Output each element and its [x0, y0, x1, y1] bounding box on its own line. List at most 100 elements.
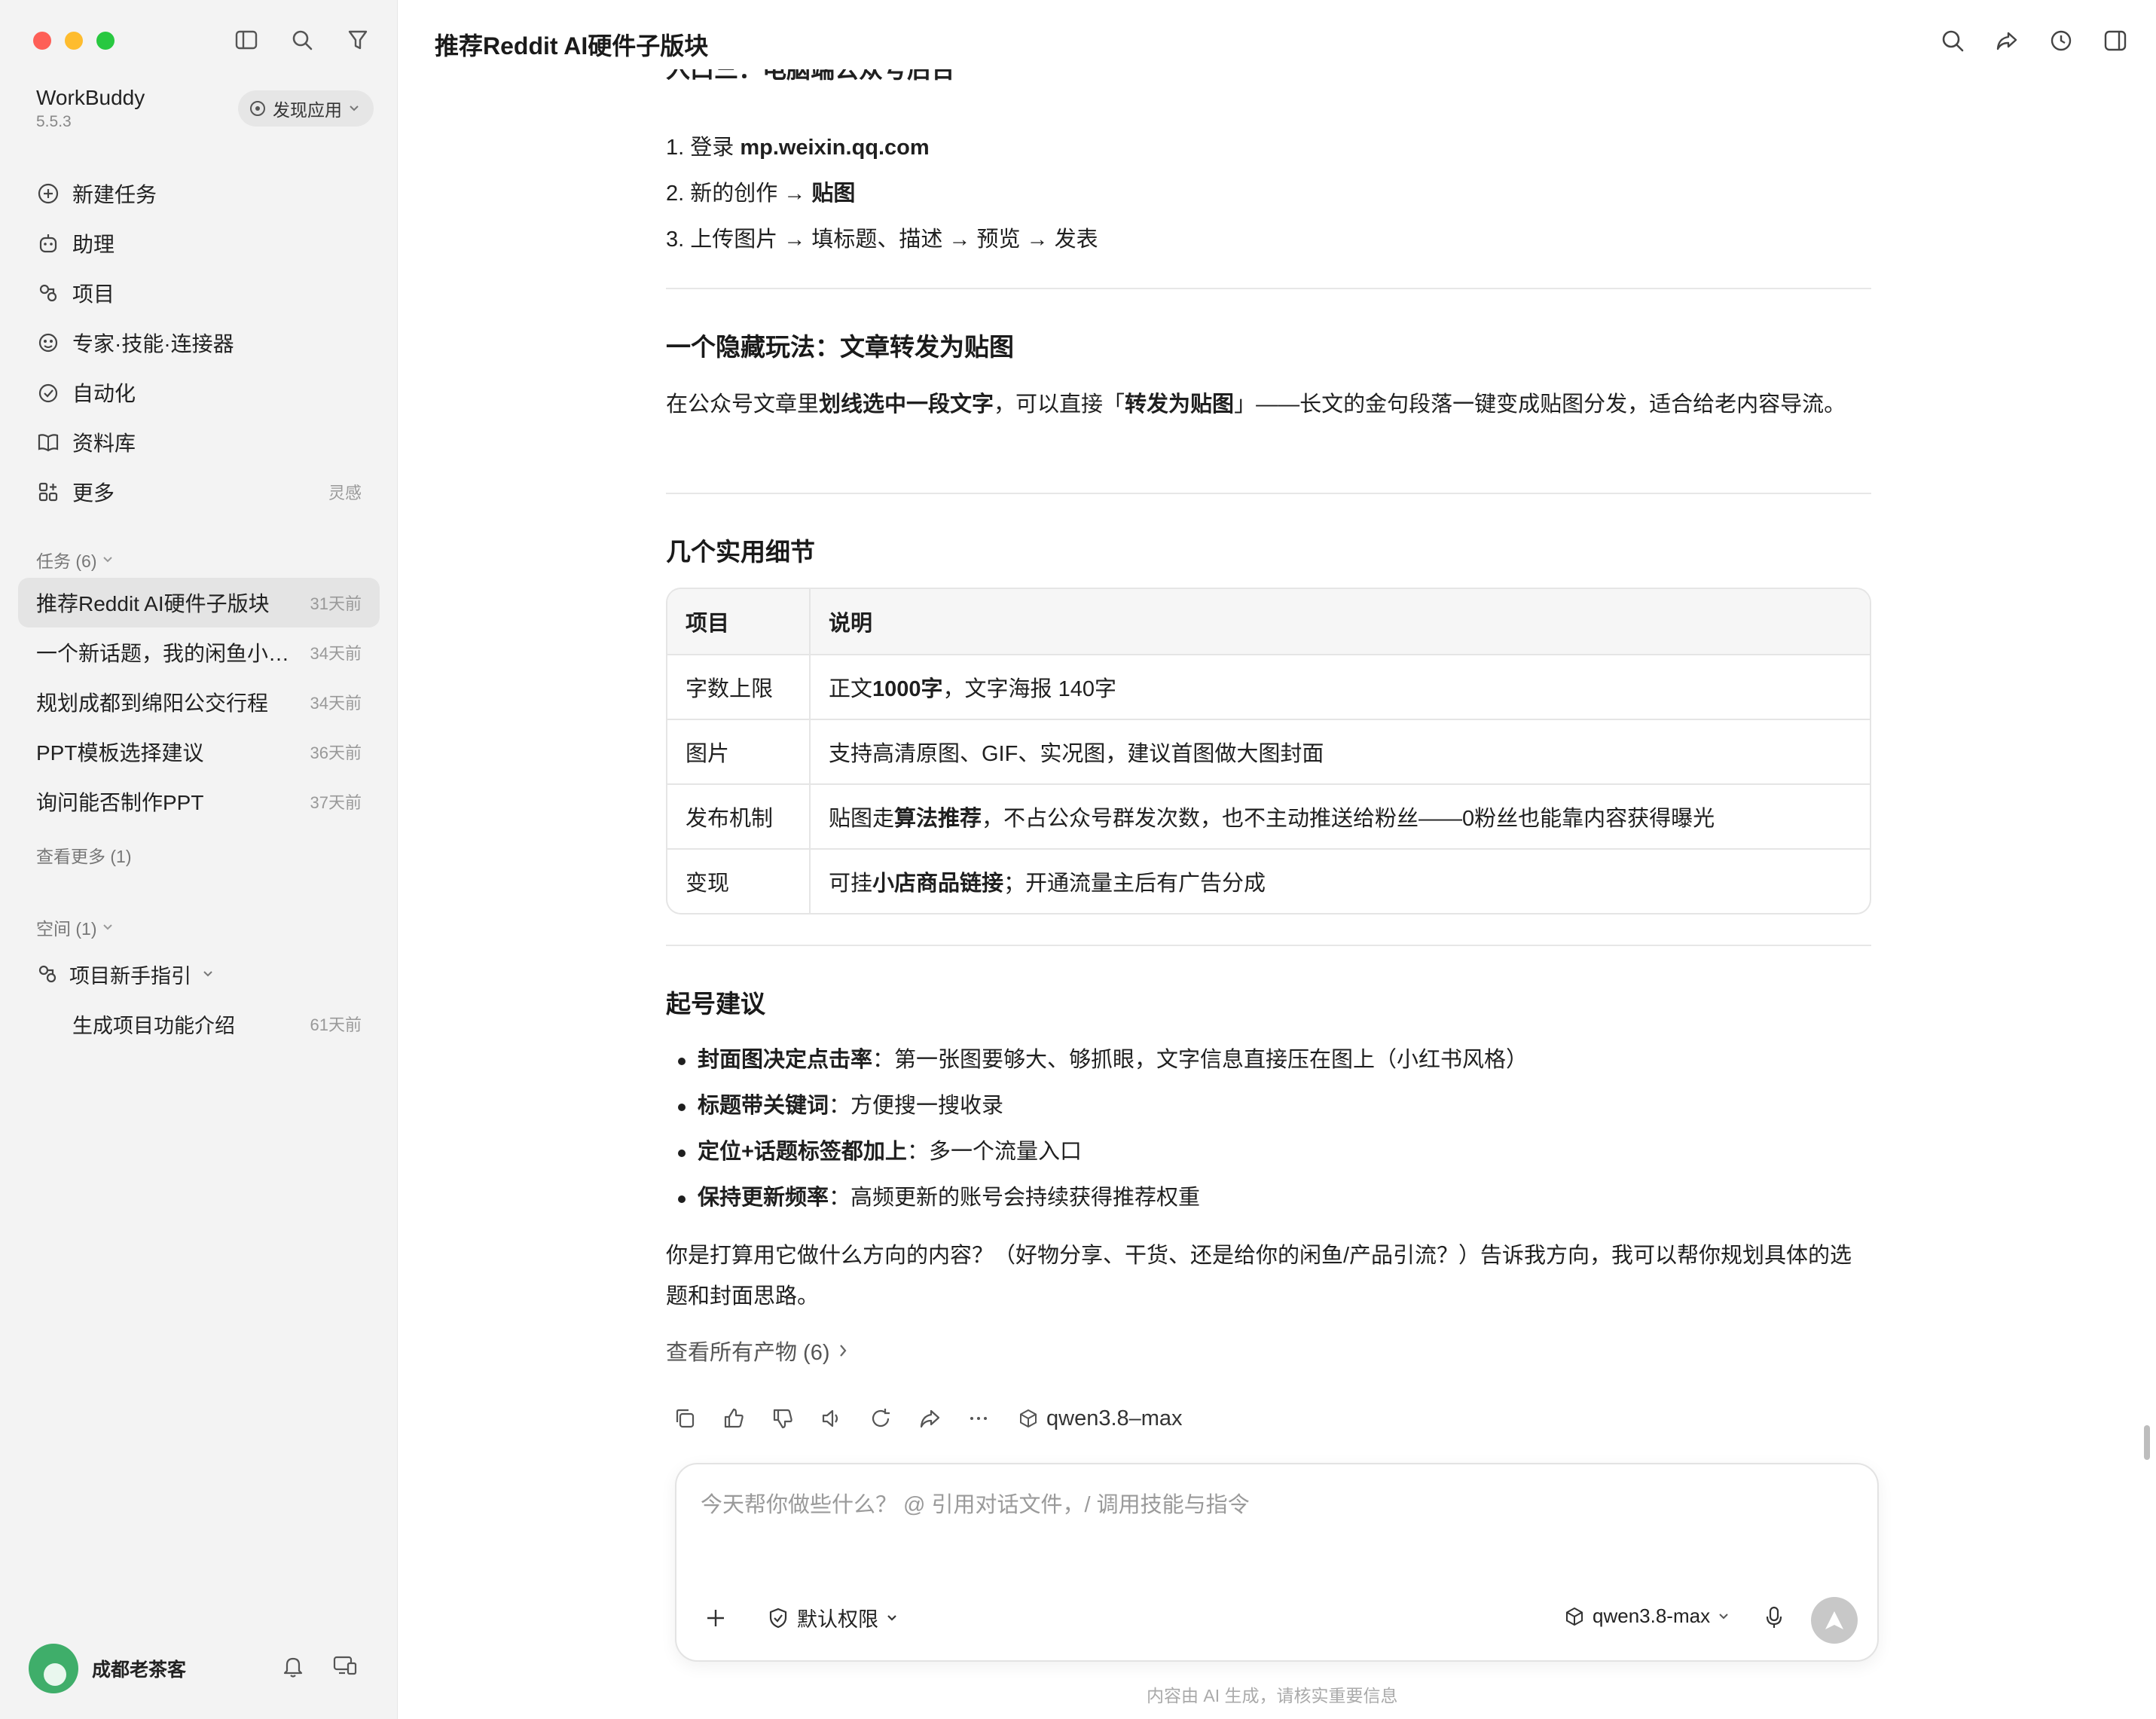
sidebar-toggle-icon[interactable] — [234, 27, 259, 53]
list-item: 定位+话题标签都加上：多一个流量入口 — [666, 1131, 1528, 1177]
app-version: 5.5.3 — [36, 113, 72, 130]
history-icon[interactable] — [2048, 27, 2075, 54]
nav-item-assistant[interactable]: 助理 — [18, 218, 380, 268]
list-item: 标题带关键词：方便搜一搜收录 — [666, 1085, 1528, 1131]
filter-icon[interactable] — [345, 27, 371, 53]
window-controls — [33, 32, 115, 50]
main-nav: 新建任务 助理 项目 专家·技能·连接器 自动化 资料库 更多 灵感 — [18, 169, 380, 517]
task-title: 询问能否制作PPT — [36, 791, 204, 814]
section-heading: 几个实用细节 — [666, 538, 815, 566]
permission-selector[interactable]: 默认权限 — [767, 1603, 898, 1632]
nav-item-experts[interactable]: 专家·技能·连接器 — [18, 318, 380, 368]
chevron-down-icon — [102, 924, 112, 930]
permission-label: 默认权限 — [797, 1608, 878, 1631]
list-item: 2. 新的创作 → 贴图 — [666, 182, 856, 206]
chevron-down-icon — [102, 557, 112, 563]
task-item[interactable]: 推荐Reddit AI硬件子版块 31天前 — [18, 578, 380, 627]
table-row: 图片 支持高清原图、GIF、实况图，建议首图做大图封面 — [667, 719, 1870, 783]
task-title: PPT模板选择建议 — [36, 741, 204, 765]
more-grid-icon — [36, 480, 60, 504]
list-item: 保持更新频率：高频更新的账号会持续获得推荐权重 — [666, 1177, 1528, 1223]
task-item[interactable]: PPT模板选择建议 36天前 — [18, 727, 380, 777]
project-icon — [38, 965, 56, 983]
chevron-right-icon — [839, 1345, 846, 1357]
task-title: 推荐Reddit AI硬件子版块 — [36, 592, 270, 615]
space-sub-item[interactable]: 生成项目功能介绍 61天前 — [72, 1001, 362, 1046]
table-row: 发布机制 贴图走 算法推荐 ，不占公众号群发次数，也不主动推送给粉丝——0粉丝也能靠… — [667, 783, 1870, 848]
share-icon[interactable] — [917, 1406, 942, 1431]
divider — [666, 493, 1871, 494]
ai-disclaimer: 内容由 AI 生成，请核实重要信息 — [1147, 1686, 1398, 1705]
task-item[interactable]: 询问能否制作PPT 37天前 — [18, 777, 380, 826]
copy-icon[interactable] — [672, 1406, 698, 1431]
task-time: 34天前 — [310, 644, 362, 663]
chat-header: 推荐Reddit AI硬件子版块 — [399, 0, 2156, 84]
section-heading: 起号建议 — [666, 990, 765, 1018]
composer-placeholder[interactable]: 今天帮你做些什么？ @ 引用对话文件，/ 调用技能与指令 — [701, 1487, 1250, 1519]
app-name: WorkBuddy — [36, 86, 145, 109]
speaker-icon[interactable] — [819, 1406, 844, 1431]
thumbs-up-icon[interactable] — [721, 1406, 747, 1431]
table-row: 变现 可挂 小店商品链接 ；开通流量主后有广告分成 — [667, 848, 1870, 913]
tasks-section-header[interactable]: 任务 (6) — [36, 547, 114, 572]
nav-item-label: 新建任务 — [72, 183, 157, 206]
nav-item-label: 助理 — [72, 233, 115, 256]
share-icon[interactable] — [1993, 27, 2020, 54]
thumbs-down-icon[interactable] — [770, 1406, 796, 1431]
more-options-icon[interactable] — [966, 1406, 991, 1431]
avatar — [29, 1644, 78, 1693]
table-cell: 图片 — [667, 720, 811, 783]
nav-item-label: 项目 — [72, 282, 115, 306]
bell-icon[interactable] — [282, 1654, 304, 1682]
devices-icon[interactable] — [333, 1654, 357, 1682]
maximize-window-button[interactable] — [96, 32, 115, 50]
nav-item-projects[interactable]: 项目 — [18, 268, 380, 318]
user-profile[interactable]: 成都老茶客 — [29, 1644, 186, 1693]
panel-toggle-icon[interactable] — [2102, 27, 2129, 54]
minimize-window-button[interactable] — [65, 32, 83, 50]
message-composer[interactable]: 今天帮你做些什么？ @ 引用对话文件，/ 调用技能与指令 默认权限 qwen3.… — [675, 1463, 1879, 1662]
spaces-section-header[interactable]: 空间 (1) — [36, 914, 114, 940]
add-attachment-icon[interactable] — [702, 1605, 729, 1632]
space-sub-time: 61天前 — [310, 1015, 362, 1034]
space-project-item[interactable]: 项目新手指引 — [36, 951, 362, 997]
view-more-tasks-link[interactable]: 查看更多 (1) — [36, 842, 132, 868]
task-list: 推荐Reddit AI硬件子版块 31天前 一个新话题，我的闲鱼小店铺… 34天… — [18, 578, 380, 826]
chevron-down-icon — [350, 105, 359, 111]
task-time: 34天前 — [310, 694, 362, 713]
tasks-section-label: 任务 (6) — [36, 551, 97, 571]
microphone-icon[interactable] — [1761, 1605, 1787, 1630]
table-cell: 可挂 小店商品链接 ；开通流量主后有广告分成 — [829, 872, 1266, 896]
table-row: 字数上限 正文 1000字 ，文字海报 140字 — [667, 654, 1870, 719]
task-title: 规划成都到绵阳公交行程 — [36, 692, 269, 715]
search-icon[interactable] — [1939, 27, 1966, 54]
space-project-label: 项目新手指引 — [69, 964, 191, 988]
list-item: 1. 登录 mp.weixin.qq.com — [666, 136, 930, 160]
nav-item-library[interactable]: 资料库 — [18, 417, 380, 467]
divider — [666, 288, 1871, 289]
discover-apps-button[interactable]: 发现应用 — [238, 90, 374, 127]
nav-item-more[interactable]: 更多 灵感 — [18, 467, 380, 517]
send-button[interactable] — [1811, 1597, 1858, 1644]
user-name: 成都老茶客 — [92, 1659, 187, 1681]
table-cell: 字数上限 — [667, 655, 811, 719]
table-cell: 变现 — [667, 850, 811, 913]
page-title: 推荐Reddit AI硬件子版块 — [435, 32, 709, 60]
search-icon[interactable] — [289, 27, 315, 53]
nav-item-automation[interactable]: 自动化 — [18, 368, 380, 417]
chevron-down-icon — [1719, 1613, 1728, 1619]
table-cell: 发布机制 — [667, 785, 811, 848]
task-item[interactable]: 一个新话题，我的闲鱼小店铺… 34天前 — [18, 627, 380, 677]
table-cell: 正文 1000字 ，文字海报 140字 — [829, 677, 1116, 701]
task-item[interactable]: 规划成都到绵阳公交行程 34天前 — [18, 677, 380, 727]
tips-list: 封面图决定点击率：第一张图要够大、够抓眼，文字信息直接压在图上（小红书风格） 标… — [666, 1040, 1528, 1223]
nav-item-new-task[interactable]: 新建任务 — [18, 169, 380, 218]
view-artifacts-link[interactable]: 查看所有产物 (6) — [666, 1335, 848, 1366]
model-selector[interactable]: qwen3.8-max — [1564, 1605, 1730, 1628]
nav-item-aux: 灵感 — [328, 484, 362, 502]
table-header-cell: 项目 — [667, 589, 811, 654]
regenerate-icon[interactable] — [868, 1406, 893, 1431]
chevron-down-icon — [887, 1614, 896, 1621]
scrollbar-thumb[interactable] — [2144, 1425, 2150, 1460]
close-window-button[interactable] — [33, 32, 51, 50]
